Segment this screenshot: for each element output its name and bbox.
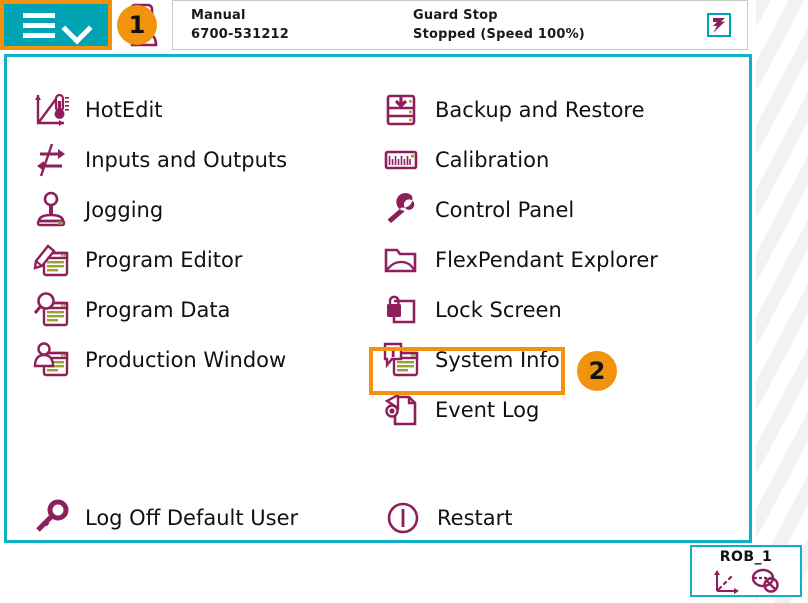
menu-item-calibration[interactable]: Calibration — [375, 135, 715, 185]
production-window-icon — [31, 340, 71, 380]
menu-item-label: Inputs and Outputs — [85, 148, 288, 172]
menu-item-system-info[interactable]: System Info — [375, 335, 715, 385]
menu-item-label: Restart — [437, 506, 513, 530]
menu-item-label: Calibration — [435, 148, 550, 172]
jogging-joystick-icon — [31, 190, 71, 230]
execution-state-value: Stopped (Speed 100%) — [413, 26, 585, 42]
menu-item-label: HotEdit — [85, 98, 163, 122]
status-fields: Manual 6700-531212 Guard Stop Stopped (S… — [172, 0, 748, 50]
menu-item-label: Program Data — [85, 298, 231, 322]
menu-item-label: Backup and Restore — [435, 98, 645, 122]
guard-stop-value: Guard Stop — [413, 7, 498, 23]
menu-item-hotedit[interactable]: HotEdit — [25, 85, 365, 135]
robot-status-icon — [751, 568, 779, 593]
hamburger-icon — [22, 12, 55, 38]
program-editor-icon — [31, 240, 71, 280]
menu-item-inputs-and-outputs[interactable]: Inputs and Outputs — [25, 135, 365, 185]
folder-icon — [381, 240, 421, 280]
wrench-icon — [381, 190, 421, 230]
coordinate-axes-icon — [714, 570, 739, 594]
operating-mode-field: Manual 6700-531212 — [191, 8, 413, 43]
menu-item-label: Control Panel — [435, 198, 575, 222]
backup-restore-icon — [381, 90, 421, 130]
inputs-outputs-icon — [31, 140, 71, 180]
controller-name-value: 6700-531212 — [191, 26, 290, 42]
menu-item-label: Event Log — [435, 398, 540, 422]
calibration-icon — [381, 140, 421, 180]
annotation-badge-2: 2 — [577, 351, 617, 391]
menu-item-production-window[interactable]: Production Window — [25, 335, 365, 385]
menu-item-label: System Info — [435, 348, 560, 372]
program-data-icon — [31, 290, 71, 330]
motors-off-icon[interactable] — [707, 13, 731, 37]
lock-screen-icon — [381, 290, 421, 330]
menu-bottom-row: Log Off Default User Restart — [25, 493, 725, 543]
hotedit-icon — [31, 90, 71, 130]
main-menu-button[interactable] — [0, 0, 112, 50]
robot-task-label: ROB_1 — [719, 549, 773, 565]
operator-icon-container: 1 — [112, 0, 172, 50]
status-bar: 1 Manual 6700-531212 Guard Stop Stopped … — [0, 0, 748, 50]
menu-item-label: FlexPendant Explorer — [435, 248, 658, 272]
menu-item-control-panel[interactable]: Control Panel — [375, 185, 715, 235]
robot-task-icons — [712, 566, 780, 594]
guard-status-field: Guard Stop Stopped (Speed 100%) — [413, 8, 707, 43]
key-icon — [31, 498, 71, 538]
operating-mode-value: Manual — [191, 7, 246, 23]
menu-item-restart[interactable]: Restart — [377, 493, 512, 543]
menu-item-label: Program Editor — [85, 248, 243, 272]
menu-item-label: Jogging — [85, 198, 164, 222]
menu-column-left: HotEdit Inputs and Outputs Jogging Progr… — [25, 85, 365, 385]
menu-item-label: Lock Screen — [435, 298, 562, 322]
menu-column-right: Backup and Restore Calibration Control P… — [375, 85, 715, 435]
robot-task-tab[interactable]: ROB_1 — [690, 545, 802, 597]
menu-item-backup-and-restore[interactable]: Backup and Restore — [375, 85, 715, 135]
abb-main-menu-panel: HotEdit Inputs and Outputs Jogging Progr… — [4, 54, 752, 543]
system-info-icon — [381, 340, 421, 380]
menu-item-label: Log Off Default User — [85, 506, 299, 530]
event-log-icon — [381, 390, 421, 430]
menu-grid: HotEdit Inputs and Outputs Jogging Progr… — [7, 71, 749, 540]
menu-item-program-editor[interactable]: Program Editor — [25, 235, 365, 285]
menu-item-program-data[interactable]: Program Data — [25, 285, 365, 335]
menu-item-flexpendant-explorer[interactable]: FlexPendant Explorer — [375, 235, 715, 285]
restart-power-icon — [383, 498, 423, 538]
menu-item-log-off[interactable]: Log Off Default User — [25, 493, 377, 543]
menu-item-lock-screen[interactable]: Lock Screen — [375, 285, 715, 335]
menu-item-event-log[interactable]: Event Log — [375, 385, 715, 435]
annotation-badge-1: 1 — [117, 5, 157, 45]
chevron-down-icon — [64, 18, 90, 33]
menu-item-jogging[interactable]: Jogging — [25, 185, 365, 235]
motors-off-glyph — [713, 17, 725, 33]
menu-item-label: Production Window — [85, 348, 287, 372]
